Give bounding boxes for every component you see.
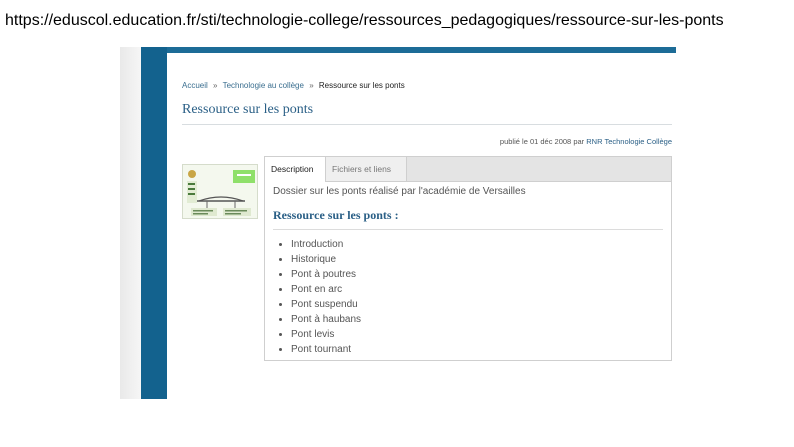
toc-item-introduction[interactable]: Introduction xyxy=(291,237,361,252)
tab-bar: Description Fichiers et liens xyxy=(265,157,671,182)
main-content: Accueil » Technologie au collège » Resso… xyxy=(167,53,676,399)
page-left-gutter xyxy=(120,47,141,399)
toc-item-pont-suspendu[interactable]: Pont suspendu xyxy=(291,297,361,312)
site-sidebar-bar xyxy=(141,47,167,399)
toc-item-pont-levis[interactable]: Pont levis xyxy=(291,327,361,342)
published-date: publié le 01 déc 2008 par xyxy=(499,137,585,146)
breadcrumb-separator: » xyxy=(213,81,218,90)
tabs-panel: Description Fichiers et liens Dossier su… xyxy=(264,156,672,361)
toc-item-pont-a-poutres[interactable]: Pont à poutres xyxy=(291,267,361,282)
breadcrumb: Accueil » Technologie au collège » Resso… xyxy=(182,81,405,90)
toc-item-pont-en-arc[interactable]: Pont en arc xyxy=(291,282,361,297)
toc-item-pont-tournant[interactable]: Pont tournant xyxy=(291,342,361,357)
toc-item-historique[interactable]: Historique xyxy=(291,252,361,267)
section-title: Ressource sur les ponts : xyxy=(273,208,399,222)
section-divider xyxy=(273,229,663,230)
toc-list: Introduction Historique Pont à poutres P… xyxy=(273,237,361,357)
page-title: Ressource sur les ponts xyxy=(182,102,314,117)
title-divider xyxy=(182,124,672,125)
breadcrumb-current: Ressource sur les ponts xyxy=(318,81,405,90)
author-link[interactable]: RNR Technologie Collège xyxy=(586,137,672,146)
breadcrumb-separator: » xyxy=(309,81,314,90)
publication-info: publié le 01 déc 2008 par RNR Technologi… xyxy=(500,137,672,146)
breadcrumb-home-link[interactable]: Accueil xyxy=(182,81,208,90)
tab-files-and-links[interactable]: Fichiers et liens xyxy=(326,157,407,181)
toc-item-pont-a-haubans[interactable]: Pont à haubans xyxy=(291,312,361,327)
bridge-document-thumbnail-icon[interactable] xyxy=(182,164,258,219)
description-intro: Dossier sur les ponts réalisé par l'acad… xyxy=(273,186,526,197)
breadcrumb-section-link[interactable]: Technologie au collège xyxy=(223,81,304,90)
url-caption: https://eduscol.education.fr/sti/technol… xyxy=(5,12,724,29)
tab-description[interactable]: Description xyxy=(265,157,326,182)
webpage-screenshot: Accueil » Technologie au collège » Resso… xyxy=(120,47,676,399)
